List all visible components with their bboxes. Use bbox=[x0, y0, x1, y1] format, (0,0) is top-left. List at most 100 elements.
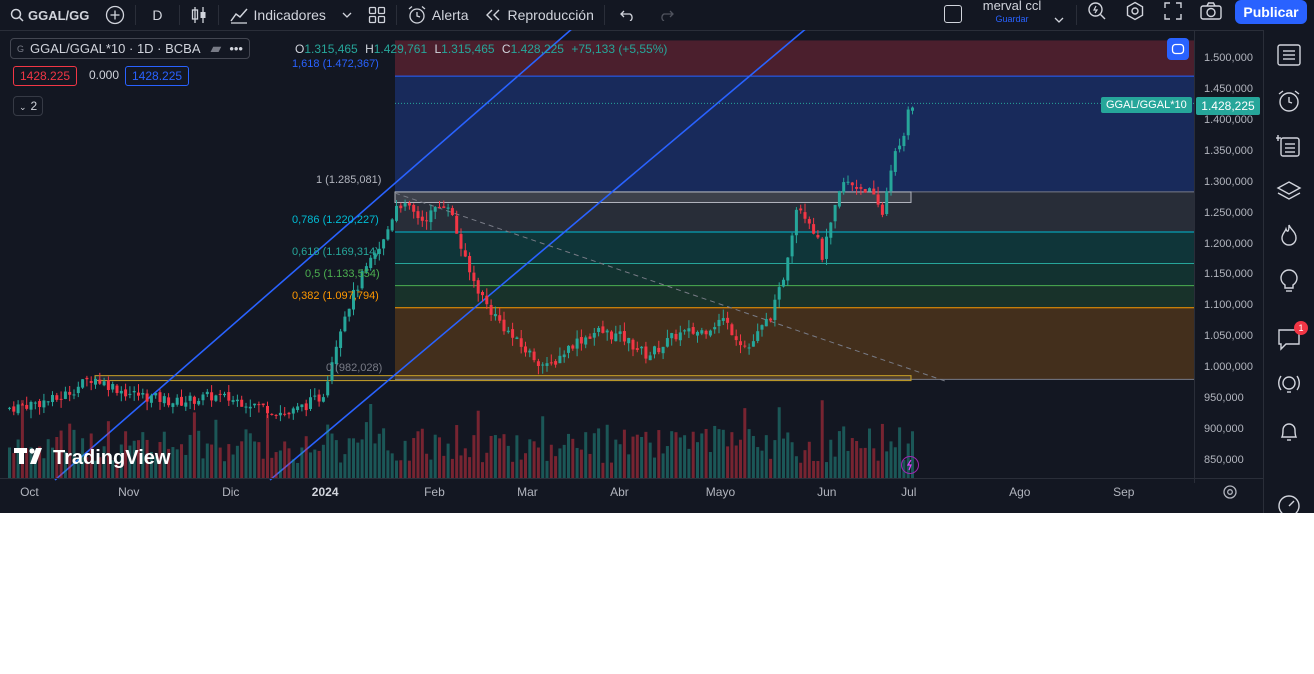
candle[interactable] bbox=[339, 331, 343, 348]
candle[interactable] bbox=[476, 280, 480, 294]
candle[interactable] bbox=[562, 354, 566, 358]
candle[interactable] bbox=[601, 326, 605, 333]
settings-button[interactable] bbox=[1125, 1, 1145, 24]
candle[interactable] bbox=[627, 338, 631, 344]
candle[interactable] bbox=[188, 395, 192, 401]
candle[interactable] bbox=[395, 205, 398, 221]
indicators-toggle[interactable]: ⌄ 2 bbox=[13, 96, 44, 116]
support-box[interactable] bbox=[94, 375, 912, 382]
candle[interactable] bbox=[98, 379, 102, 384]
layout-checkbox[interactable] bbox=[944, 5, 962, 23]
live-streams-button[interactable] bbox=[1276, 372, 1302, 398]
layout-menu-button[interactable] bbox=[1054, 10, 1064, 26]
candle[interactable] bbox=[51, 394, 54, 403]
candle[interactable] bbox=[463, 250, 467, 257]
redo-button[interactable] bbox=[647, 0, 687, 30]
candle[interactable] bbox=[137, 392, 140, 396]
candle[interactable] bbox=[524, 346, 527, 353]
candle[interactable] bbox=[343, 316, 347, 332]
candle[interactable] bbox=[124, 389, 128, 397]
candle[interactable] bbox=[790, 235, 794, 257]
candle[interactable] bbox=[115, 385, 119, 393]
layout-name-button[interactable]: merval ccl Guardar bbox=[976, 0, 1048, 24]
candle[interactable] bbox=[820, 238, 824, 260]
candle[interactable] bbox=[631, 339, 635, 350]
candle[interactable] bbox=[180, 396, 183, 406]
candle[interactable] bbox=[506, 330, 510, 333]
candle[interactable] bbox=[283, 413, 287, 415]
candle[interactable] bbox=[726, 317, 730, 323]
candle[interactable] bbox=[68, 391, 72, 395]
candle[interactable] bbox=[468, 256, 472, 273]
candle[interactable] bbox=[721, 318, 725, 321]
candle[interactable] bbox=[386, 229, 390, 240]
candle[interactable] bbox=[855, 187, 859, 189]
candle[interactable] bbox=[455, 215, 459, 234]
candle[interactable] bbox=[244, 406, 248, 408]
candle[interactable] bbox=[876, 194, 880, 205]
candle[interactable] bbox=[162, 396, 166, 404]
candle[interactable] bbox=[756, 331, 760, 341]
candle[interactable] bbox=[769, 318, 773, 321]
candle[interactable] bbox=[20, 404, 24, 406]
candle[interactable] bbox=[674, 333, 678, 340]
candle[interactable] bbox=[872, 188, 876, 195]
candle[interactable] bbox=[708, 330, 712, 336]
candle[interactable] bbox=[102, 381, 106, 386]
candle[interactable] bbox=[205, 391, 209, 395]
candle[interactable] bbox=[575, 338, 579, 349]
candle[interactable] bbox=[592, 332, 596, 338]
tradingview-logo[interactable]: TradingView bbox=[14, 446, 170, 470]
candle[interactable] bbox=[485, 295, 489, 305]
candle[interactable] bbox=[545, 363, 549, 366]
candle[interactable] bbox=[842, 182, 846, 193]
candle[interactable] bbox=[59, 398, 63, 400]
candle[interactable] bbox=[760, 325, 764, 330]
candle[interactable] bbox=[502, 319, 506, 332]
candle[interactable] bbox=[278, 412, 282, 416]
candle[interactable] bbox=[382, 239, 386, 249]
candle[interactable] bbox=[863, 189, 867, 193]
highlight-box[interactable] bbox=[394, 191, 912, 203]
candle[interactable] bbox=[730, 324, 734, 336]
candle[interactable] bbox=[704, 330, 708, 335]
candle[interactable] bbox=[412, 204, 416, 212]
candle[interactable] bbox=[214, 395, 218, 401]
candle[interactable] bbox=[472, 272, 476, 282]
candle[interactable] bbox=[248, 406, 252, 409]
quick-search-button[interactable] bbox=[1087, 1, 1107, 24]
candle[interactable] bbox=[597, 327, 601, 332]
chats-button[interactable]: 1 bbox=[1276, 321, 1308, 352]
candle[interactable] bbox=[390, 219, 394, 231]
candle[interactable] bbox=[665, 338, 669, 347]
layouts-button[interactable] bbox=[360, 0, 394, 30]
candle[interactable] bbox=[438, 206, 441, 208]
fullscreen-button[interactable] bbox=[1164, 2, 1182, 23]
candle[interactable] bbox=[158, 392, 162, 402]
time-axis[interactable] bbox=[0, 478, 1263, 513]
candle[interactable] bbox=[661, 346, 665, 354]
candle[interactable] bbox=[227, 392, 231, 401]
candle[interactable] bbox=[812, 224, 816, 234]
candle[interactable] bbox=[567, 345, 570, 353]
candle[interactable] bbox=[558, 355, 562, 364]
lightning-icon[interactable] bbox=[901, 456, 919, 474]
candle[interactable] bbox=[192, 396, 196, 404]
candle[interactable] bbox=[657, 347, 661, 353]
candle[interactable] bbox=[902, 135, 906, 147]
candle[interactable] bbox=[184, 402, 188, 407]
candle[interactable] bbox=[111, 384, 115, 390]
buy-price-box[interactable]: 1428.225 bbox=[125, 66, 190, 86]
candle[interactable] bbox=[816, 234, 820, 238]
candle[interactable] bbox=[670, 333, 674, 339]
candle[interactable] bbox=[588, 336, 592, 339]
candle[interactable] bbox=[859, 187, 863, 189]
candle[interactable] bbox=[622, 331, 626, 342]
candle[interactable] bbox=[446, 207, 450, 209]
candle[interactable] bbox=[119, 390, 123, 394]
candle[interactable] bbox=[635, 348, 639, 350]
candle[interactable] bbox=[777, 287, 781, 300]
candle[interactable] bbox=[33, 402, 37, 404]
candle[interactable] bbox=[63, 391, 67, 399]
candle[interactable] bbox=[347, 308, 351, 317]
